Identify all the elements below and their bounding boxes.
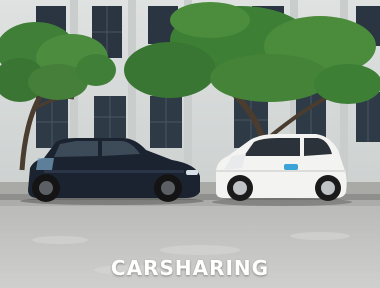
street-scene xyxy=(0,0,380,288)
photo-frame: CARSHARING xyxy=(0,0,380,288)
caption-text: CARSHARING xyxy=(110,256,270,280)
